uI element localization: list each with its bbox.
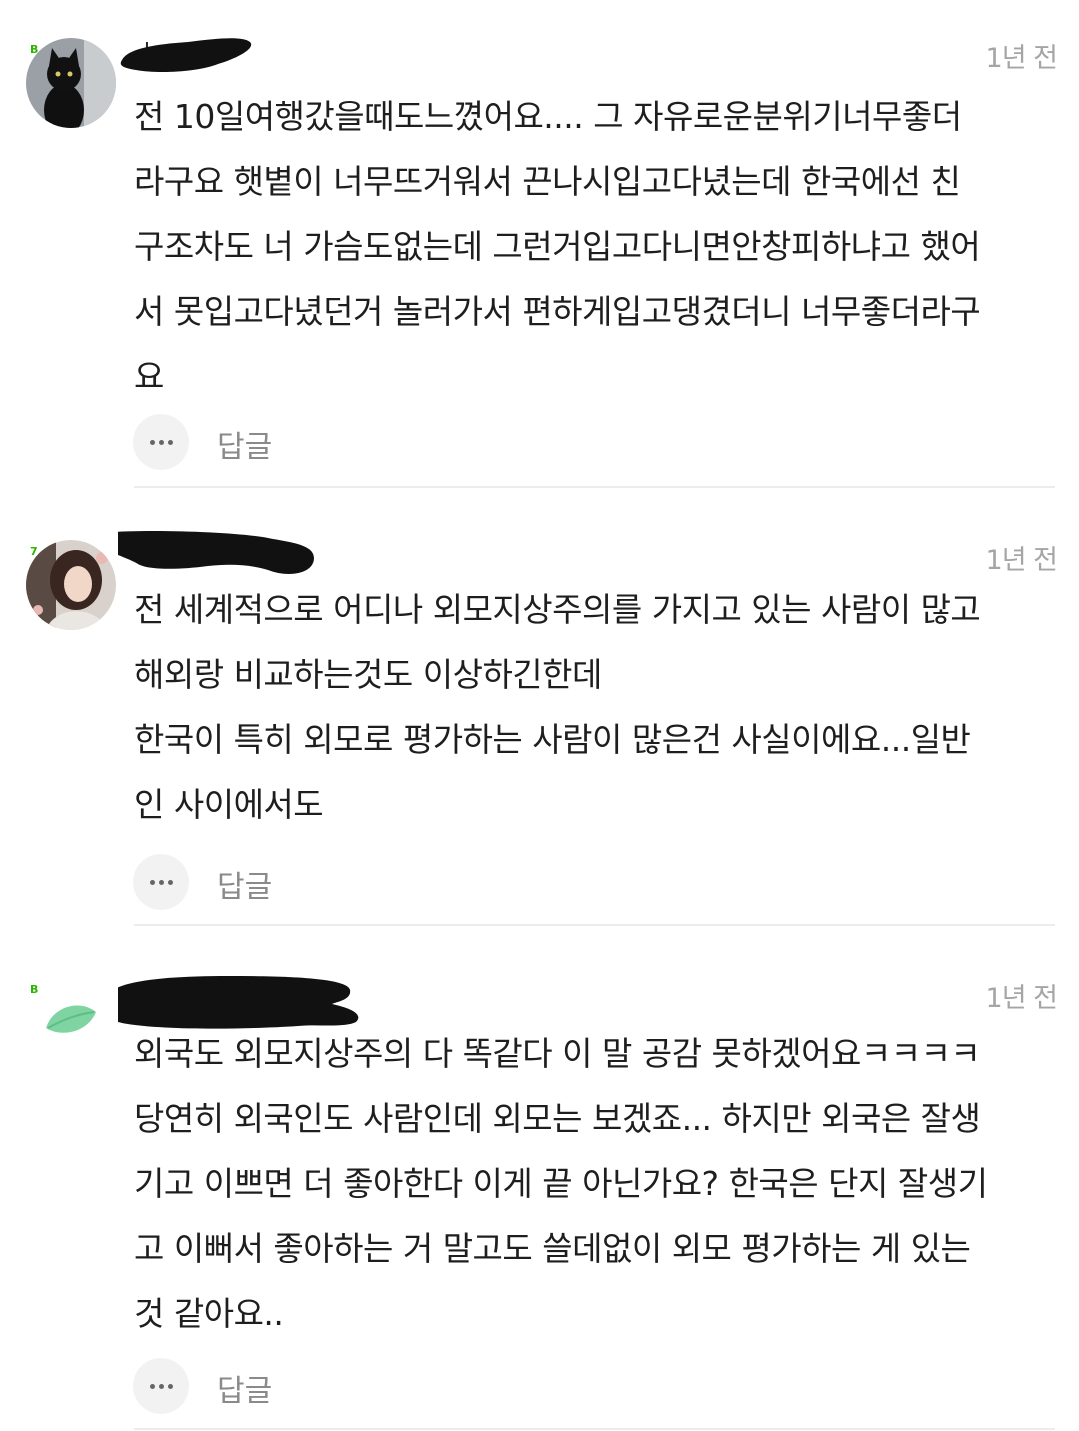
- reply-button[interactable]: 답글: [217, 1366, 272, 1410]
- comment-line: 외국도 외모지상주의 다 똑같다 이 말 공감 못하겠어요ㅋㅋㅋㅋ: [134, 1034, 981, 1073]
- comment-item: B 1년 전 외국도 외모지상주의 다 똑같다 이 말 공감 못하겠어요ㅋㅋㅋㅋ…: [0, 928, 1079, 1431]
- divider: [134, 1428, 1055, 1430]
- comment-timestamp: 1년 전: [985, 43, 1058, 74]
- comment-line: 한국이 특히 외모로 평가하는 사람이 많은건 사실이에요...일반: [134, 720, 971, 759]
- comment-line: 당연히 외국인도 사람인데 외모는 보겠죠... 하지만 외국은 잘생: [134, 1099, 981, 1138]
- comment-actions: 답글: [133, 854, 293, 910]
- comment-line: 인 사이에서도: [134, 785, 324, 824]
- nickname-area[interactable]: [118, 974, 368, 1029]
- divider: [134, 924, 1055, 926]
- comment-timestamp: 1년 전: [985, 983, 1058, 1014]
- comment-line: 것 같아요..: [134, 1294, 284, 1333]
- avatar[interactable]: [26, 540, 116, 630]
- leaf-avatar-icon[interactable]: [42, 998, 100, 1038]
- more-dots-icon[interactable]: [133, 854, 189, 910]
- more-dots-icon[interactable]: [133, 1358, 189, 1414]
- more-dots-icon[interactable]: [133, 414, 189, 470]
- black-cat-avatar-icon: [26, 38, 116, 128]
- divider: [134, 486, 1055, 488]
- comment-line: 전 세계적으로 어디나 외모지상주의를 가지고 있는 사람이 많고: [134, 590, 981, 629]
- comment-actions: 답글: [133, 1358, 293, 1414]
- comment-line: 고 이뻐서 좋아하는 거 말고도 쓸데없이 외모 평가하는 게 있는: [134, 1229, 971, 1268]
- comment-line: 서 못입고다녔던거 놀러가서 편하게입고댕겼더니 너무좋더라구: [134, 292, 981, 331]
- comment-timestamp: 1년 전: [985, 545, 1058, 576]
- comment-line: 전 10일여행갔을때도느꼈어요.... 그 자유로운분위기너무좋더: [134, 97, 962, 136]
- woman-photo-avatar-icon: [26, 540, 116, 630]
- comment-line: 기고 이쁘면 더 좋아한다 이게 끝 아닌가요? 한국은 단지 잘생기: [134, 1164, 988, 1203]
- comment-line: 라구요 햇볕이 너무뜨거워서 끈나시입고다녔는데 한국에선 친: [134, 162, 961, 201]
- comment-line: 구조차도 너 가슴도없는데 그런거입고다니면안창피하냐고 했어: [134, 227, 981, 266]
- nickname-area[interactable]: 구: [118, 530, 318, 574]
- nickname-area[interactable]: J: [118, 30, 258, 72]
- grade-badge: B: [30, 983, 39, 996]
- avatar[interactable]: [26, 38, 116, 128]
- redaction-mark: [118, 531, 314, 574]
- comment-body: 외국도 외모지상주의 다 똑같다 이 말 공감 못하겠어요ㅋㅋㅋㅋ 당연히 외국…: [134, 1021, 1064, 1346]
- comment-body: 전 10일여행갔을때도느꼈어요.... 그 자유로운분위기너무좋더 라구요 햇볕…: [134, 84, 1064, 409]
- comment-line: 해외랑 비교하는것도 이상하긴한데: [134, 655, 602, 694]
- reply-button[interactable]: 답글: [217, 862, 272, 906]
- redaction-mark: [120, 38, 252, 72]
- comment-body: 전 세계적으로 어디나 외모지상주의를 가지고 있는 사람이 많고 해외랑 비교…: [134, 577, 1064, 837]
- comment-item: B J 1년 전 전 10일여행갔을때도느꼈어요.... 그 자유로운분위기너무…: [0, 0, 1079, 490]
- comment-item: 7 구 1년 전 전 세계적으로 어디나 외모지상주의를 가지고 있는 사람이 …: [0, 490, 1079, 928]
- reply-button[interactable]: 답글: [217, 422, 272, 466]
- comment-line: 요: [134, 357, 164, 396]
- comment-actions: 답글: [133, 414, 293, 470]
